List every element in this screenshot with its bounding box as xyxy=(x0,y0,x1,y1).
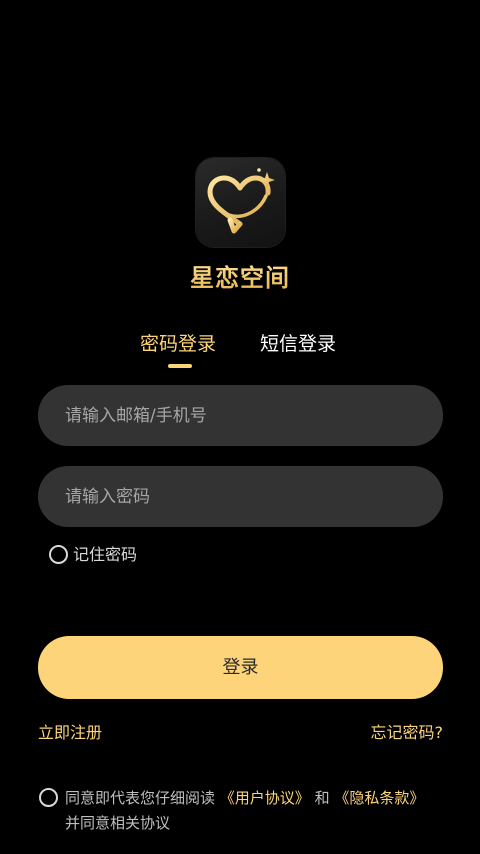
login-button[interactable]: 登录 xyxy=(38,636,443,699)
register-link[interactable]: 立即注册 xyxy=(38,722,102,744)
remember-password-label: 记住密码 xyxy=(73,545,138,564)
user-agreement-link[interactable]: 《用户协议》 xyxy=(220,789,310,807)
agreement-suffix: 并同意相关协议 xyxy=(65,814,171,832)
app-name: 星恋空间 xyxy=(0,258,480,293)
account-field xyxy=(38,385,443,446)
agreement-text: 同意即代表您仔细阅读 《用户协议》 和 《隐私条款》 并同意相关协议 xyxy=(65,786,425,836)
agreement-prefix: 同意即代表您仔细阅读 xyxy=(65,789,216,807)
privacy-policy-link[interactable]: 《隐私条款》 xyxy=(334,789,424,807)
tab-password-login[interactable]: 密码登录 xyxy=(140,330,216,358)
agreement-conjunction: 和 xyxy=(314,789,330,807)
active-tab-indicator xyxy=(168,364,192,368)
login-tabs: 密码登录 短信登录 xyxy=(0,330,480,370)
heart-star-icon xyxy=(207,168,275,234)
account-input[interactable] xyxy=(65,385,415,446)
remember-password-radio[interactable] xyxy=(49,545,68,564)
password-input[interactable] xyxy=(65,466,415,527)
tab-sms-login[interactable]: 短信登录 xyxy=(260,330,336,358)
password-field xyxy=(38,466,443,527)
forgot-password-link[interactable]: 忘记密码? xyxy=(371,722,444,744)
agreement-radio[interactable] xyxy=(39,788,58,807)
app-logo xyxy=(196,158,285,247)
